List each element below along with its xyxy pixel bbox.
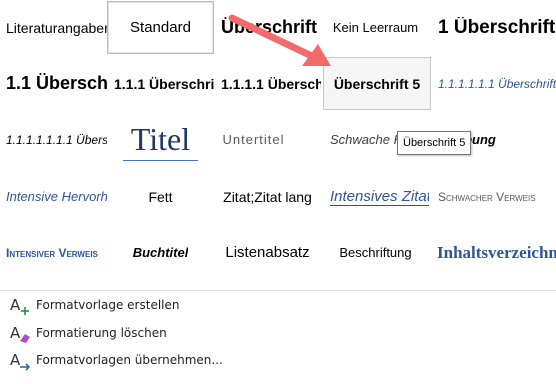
menu-item-create-style[interactable]: A Formatvorlage erstellen: [0, 291, 556, 319]
create-style-icon: A: [9, 294, 31, 316]
menu-label: Formatvorlage erstellen: [36, 298, 180, 312]
menu-item-apply-styles[interactable]: A Formatvorlagen übernehmen...: [0, 346, 556, 374]
apply-styles-icon: A: [9, 349, 31, 371]
menu-label: Formatierung löschen: [36, 326, 167, 340]
svg-text:A: A: [10, 296, 21, 314]
menu-label: Formatvorlagen übernehmen...: [36, 353, 223, 367]
svg-text:A: A: [10, 324, 21, 342]
clear-formatting-icon: A: [9, 322, 31, 344]
menu-item-clear-formatting[interactable]: A Formatierung löschen: [0, 319, 556, 347]
svg-text:A: A: [10, 351, 21, 369]
tooltip: Überschrift 5: [397, 131, 472, 155]
annotation-arrow: [228, 14, 331, 66]
